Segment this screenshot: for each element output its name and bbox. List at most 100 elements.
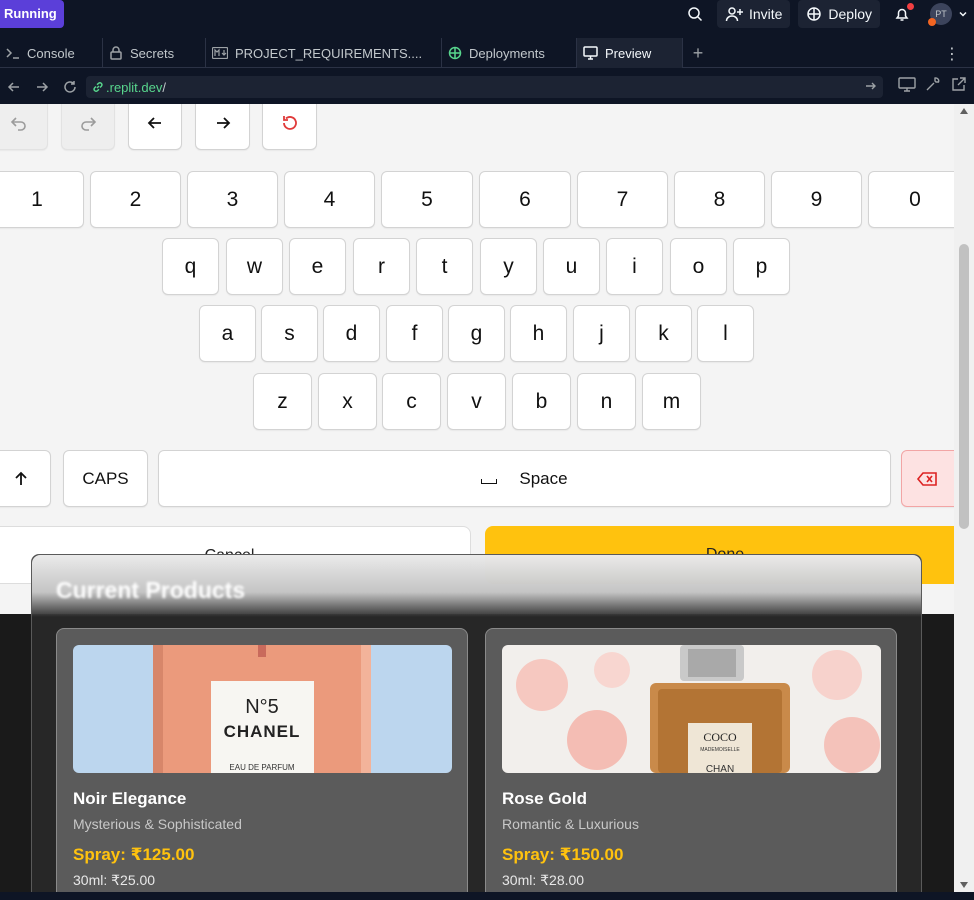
avatar-status-dot bbox=[928, 18, 936, 26]
key-9[interactable]: 9 bbox=[771, 171, 862, 228]
arrow-right-icon bbox=[37, 82, 49, 92]
bottom-edge bbox=[0, 892, 974, 900]
external-link-icon[interactable] bbox=[950, 76, 968, 92]
key-d[interactable]: d bbox=[323, 305, 380, 362]
preview-url-bar: .replit.dev / bbox=[0, 72, 974, 102]
bottle-label-brand: CHANEL bbox=[224, 722, 301, 741]
key-c[interactable]: c bbox=[382, 373, 441, 430]
tab-label: Deployments bbox=[469, 45, 545, 61]
product-spray-price: Spray: ₹150.00 bbox=[502, 845, 624, 864]
key-f[interactable]: f bbox=[386, 305, 443, 362]
key-u[interactable]: u bbox=[543, 238, 600, 295]
tab-project-requirements[interactable]: PROJECT_REQUIREMENTS.... bbox=[206, 38, 442, 68]
lock-icon bbox=[110, 46, 122, 60]
key-l[interactable]: l bbox=[697, 305, 754, 362]
devtools-monitor-icon[interactable] bbox=[898, 76, 916, 92]
key-p[interactable]: p bbox=[733, 238, 790, 295]
key-x[interactable]: x bbox=[318, 373, 377, 430]
product-card[interactable]: N°5 CHANEL EAU DE PARFUM Noir Elegance M… bbox=[56, 628, 468, 892]
scroll-up-arrow[interactable] bbox=[960, 108, 968, 114]
deploy-button[interactable]: Deploy bbox=[798, 0, 880, 28]
product-card[interactable]: COCO MADEMOISELLE CHAN Rose Gold Romanti… bbox=[485, 628, 897, 892]
forward-button[interactable] bbox=[28, 80, 56, 94]
key-2[interactable]: 2 bbox=[90, 171, 181, 228]
scroll-down-arrow[interactable] bbox=[960, 882, 968, 888]
caps-key[interactable]: CAPS bbox=[63, 450, 148, 507]
bottle-label-brand: MADEMOISELLE bbox=[700, 747, 740, 753]
account-menu[interactable]: PT bbox=[924, 0, 974, 28]
key-5[interactable]: 5 bbox=[381, 171, 473, 228]
product-name: Noir Elegance bbox=[73, 789, 187, 808]
redo-key[interactable] bbox=[61, 104, 115, 150]
terminal-icon bbox=[6, 48, 19, 59]
key-e[interactable]: e bbox=[289, 238, 346, 295]
notifications-button[interactable] bbox=[888, 0, 916, 28]
space-label: Space bbox=[519, 468, 568, 488]
key-n[interactable]: n bbox=[577, 373, 636, 430]
avatar: PT bbox=[928, 3, 952, 26]
key-0[interactable]: 0 bbox=[868, 171, 954, 228]
invite-button[interactable]: Invite bbox=[716, 0, 791, 28]
reset-key[interactable] bbox=[262, 104, 317, 150]
tab-console[interactable]: Console bbox=[0, 38, 103, 68]
current-products-panel: Current Products N°5 CHANEL EAU DE PARFU… bbox=[31, 554, 922, 892]
deploy-icon bbox=[807, 7, 822, 21]
products-heading: Current Products bbox=[56, 577, 246, 603]
key-g[interactable]: g bbox=[448, 305, 505, 362]
go-arrow-icon[interactable] bbox=[865, 80, 877, 92]
key-v[interactable]: v bbox=[447, 373, 506, 430]
key-o[interactable]: o bbox=[670, 238, 727, 295]
tab-deployments[interactable]: Deployments bbox=[442, 38, 577, 68]
key-s[interactable]: s bbox=[261, 305, 318, 362]
key-m[interactable]: m bbox=[642, 373, 701, 430]
key-1[interactable]: 1 bbox=[0, 171, 84, 228]
bottle-label-sub: EAU DE PARFUM bbox=[229, 763, 295, 772]
scroll-thumb[interactable] bbox=[959, 244, 969, 529]
tab-secrets[interactable]: Secrets bbox=[103, 38, 206, 68]
key-r[interactable]: r bbox=[353, 238, 410, 295]
wrench-icon[interactable] bbox=[924, 76, 942, 92]
key-4[interactable]: 4 bbox=[284, 171, 375, 228]
key-q[interactable]: q bbox=[162, 238, 219, 295]
tab-bar: Console Secrets PROJECT_REQUIREMENTS....… bbox=[0, 38, 974, 68]
tab-label: Secrets bbox=[130, 45, 175, 61]
key-j[interactable]: j bbox=[573, 305, 630, 362]
key-t[interactable]: t bbox=[416, 238, 473, 295]
key-z[interactable]: z bbox=[253, 373, 312, 430]
tab-preview[interactable]: Preview bbox=[577, 38, 683, 68]
shift-key[interactable] bbox=[0, 450, 51, 507]
cursor-right-key[interactable] bbox=[195, 104, 250, 150]
reload-button[interactable] bbox=[56, 80, 84, 94]
key-y[interactable]: y bbox=[480, 238, 537, 295]
deploy-label: Deploy bbox=[828, 6, 872, 22]
status-badge[interactable]: Running bbox=[0, 0, 64, 28]
product-spray-price: Spray: ₹125.00 bbox=[73, 845, 195, 864]
url-host: .replit.dev bbox=[106, 79, 163, 95]
key-3[interactable]: 3 bbox=[187, 171, 278, 228]
key-k[interactable]: k bbox=[635, 305, 692, 362]
key-w[interactable]: w bbox=[226, 238, 283, 295]
key-a[interactable]: a bbox=[199, 305, 256, 362]
key-b[interactable]: b bbox=[512, 373, 571, 430]
more-options-icon[interactable]: ⋮ bbox=[944, 44, 960, 64]
key-h[interactable]: h bbox=[510, 305, 567, 362]
key-6[interactable]: 6 bbox=[479, 171, 571, 228]
preview-scrollbar[interactable] bbox=[954, 104, 974, 892]
search-icon bbox=[688, 7, 702, 22]
space-key[interactable]: Space bbox=[158, 450, 891, 507]
invite-label: Invite bbox=[748, 6, 783, 22]
product-name: Rose Gold bbox=[502, 789, 588, 808]
markdown-icon bbox=[212, 47, 228, 59]
back-button[interactable] bbox=[0, 80, 28, 94]
new-tab-button[interactable]: + bbox=[683, 38, 713, 68]
key-7[interactable]: 7 bbox=[577, 171, 668, 228]
key-i[interactable]: i bbox=[606, 238, 663, 295]
cursor-left-key[interactable] bbox=[128, 104, 182, 150]
product-subtitle: Romantic & Luxurious bbox=[502, 816, 639, 832]
url-input[interactable]: .replit.dev / bbox=[86, 76, 883, 98]
search-button[interactable] bbox=[681, 0, 709, 28]
undo-key[interactable] bbox=[0, 104, 48, 150]
backspace-key[interactable] bbox=[901, 450, 954, 507]
key-8[interactable]: 8 bbox=[674, 171, 765, 228]
top-bar: Running Invite Deploy PT bbox=[0, 0, 974, 34]
